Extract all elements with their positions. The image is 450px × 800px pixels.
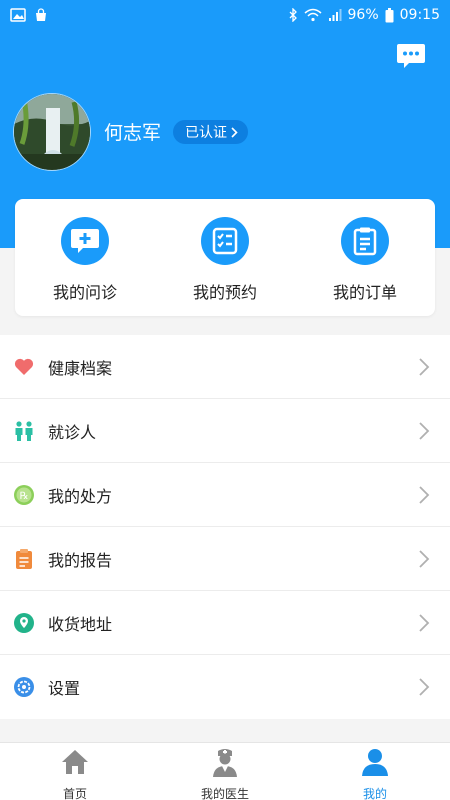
menu-item-label: 我的报告 xyxy=(48,551,113,570)
tab-label: 首页 xyxy=(62,787,87,800)
doctor-icon xyxy=(213,749,237,777)
wifi-icon xyxy=(304,8,322,22)
menu-item-address[interactable]: 收货地址 xyxy=(0,591,450,655)
chevron-right-icon xyxy=(419,614,430,632)
order-icon xyxy=(341,217,389,265)
chevron-right-icon xyxy=(419,678,430,696)
heart-icon xyxy=(14,358,34,375)
menu-item-label: 收货地址 xyxy=(48,615,113,634)
menu-item-prescription[interactable]: ℞ 我的处方 xyxy=(0,463,450,527)
chevron-right-icon xyxy=(419,422,430,440)
home-icon xyxy=(62,750,88,774)
menu-item-report[interactable]: 我的报告 xyxy=(0,527,450,591)
menu-item-settings[interactable]: 设置 xyxy=(0,655,450,719)
quick-action-label: 我的预约 xyxy=(192,283,257,302)
user-icon xyxy=(362,749,388,776)
tab-mine[interactable]: 我的 xyxy=(300,743,450,800)
signal-icon xyxy=(328,9,342,21)
quick-action-label: 我的问诊 xyxy=(52,283,117,302)
menu-item-label: 就诊人 xyxy=(48,423,97,442)
battery-percent: 96% xyxy=(347,7,379,23)
location-icon xyxy=(14,613,34,633)
battery-icon xyxy=(385,7,394,22)
avatar[interactable] xyxy=(13,93,91,171)
tab-label: 我的医生 xyxy=(200,787,249,800)
tab-my-doctor[interactable]: 我的医生 xyxy=(150,743,300,800)
quick-action-label: 我的订单 xyxy=(332,283,397,302)
clock: 09:15 xyxy=(399,7,440,23)
verified-badge[interactable]: 已认证 xyxy=(173,120,248,144)
verified-label: 已认证 xyxy=(185,125,227,141)
quick-action-appointment[interactable]: 我的预约 xyxy=(155,217,295,303)
consult-icon xyxy=(61,217,109,265)
shopping-bag-icon xyxy=(36,8,46,21)
bluetooth-icon xyxy=(289,8,297,22)
menu-list: 健康档案 就诊人 ℞ 我的处方 我的报告 收货地址 设置 xyxy=(0,335,450,719)
message-button[interactable] xyxy=(395,40,427,72)
chevron-right-icon xyxy=(231,126,238,138)
chevron-right-icon xyxy=(419,550,430,568)
quick-action-consult[interactable]: 我的问诊 xyxy=(15,217,155,303)
menu-item-label: 健康档案 xyxy=(48,359,113,378)
report-icon xyxy=(16,549,32,569)
menu-item-label: 我的处方 xyxy=(48,487,113,506)
svg-text:℞: ℞ xyxy=(20,491,29,502)
menu-item-label: 设置 xyxy=(48,679,81,698)
chevron-right-icon xyxy=(419,486,430,504)
status-bar: 96% 09:15 xyxy=(0,0,450,30)
bottom-tab-bar: 首页 我的医生 我的 xyxy=(0,742,450,800)
chevron-right-icon xyxy=(419,358,430,376)
quick-action-order[interactable]: 我的订单 xyxy=(295,217,435,303)
tab-home[interactable]: 首页 xyxy=(0,743,150,800)
user-name: 何志军 xyxy=(104,122,162,144)
appointment-icon xyxy=(201,217,249,265)
people-icon xyxy=(15,421,33,441)
gallery-icon xyxy=(10,8,26,22)
menu-item-health-record[interactable]: 健康档案 xyxy=(0,335,450,399)
settings-icon xyxy=(14,677,34,697)
quick-actions-card: 我的问诊 我的预约 我的订单 xyxy=(15,199,435,316)
chat-bubble-icon xyxy=(397,44,425,68)
prescription-icon: ℞ xyxy=(14,485,34,505)
menu-item-patients[interactable]: 就诊人 xyxy=(0,399,450,463)
tab-label: 我的 xyxy=(362,787,387,800)
